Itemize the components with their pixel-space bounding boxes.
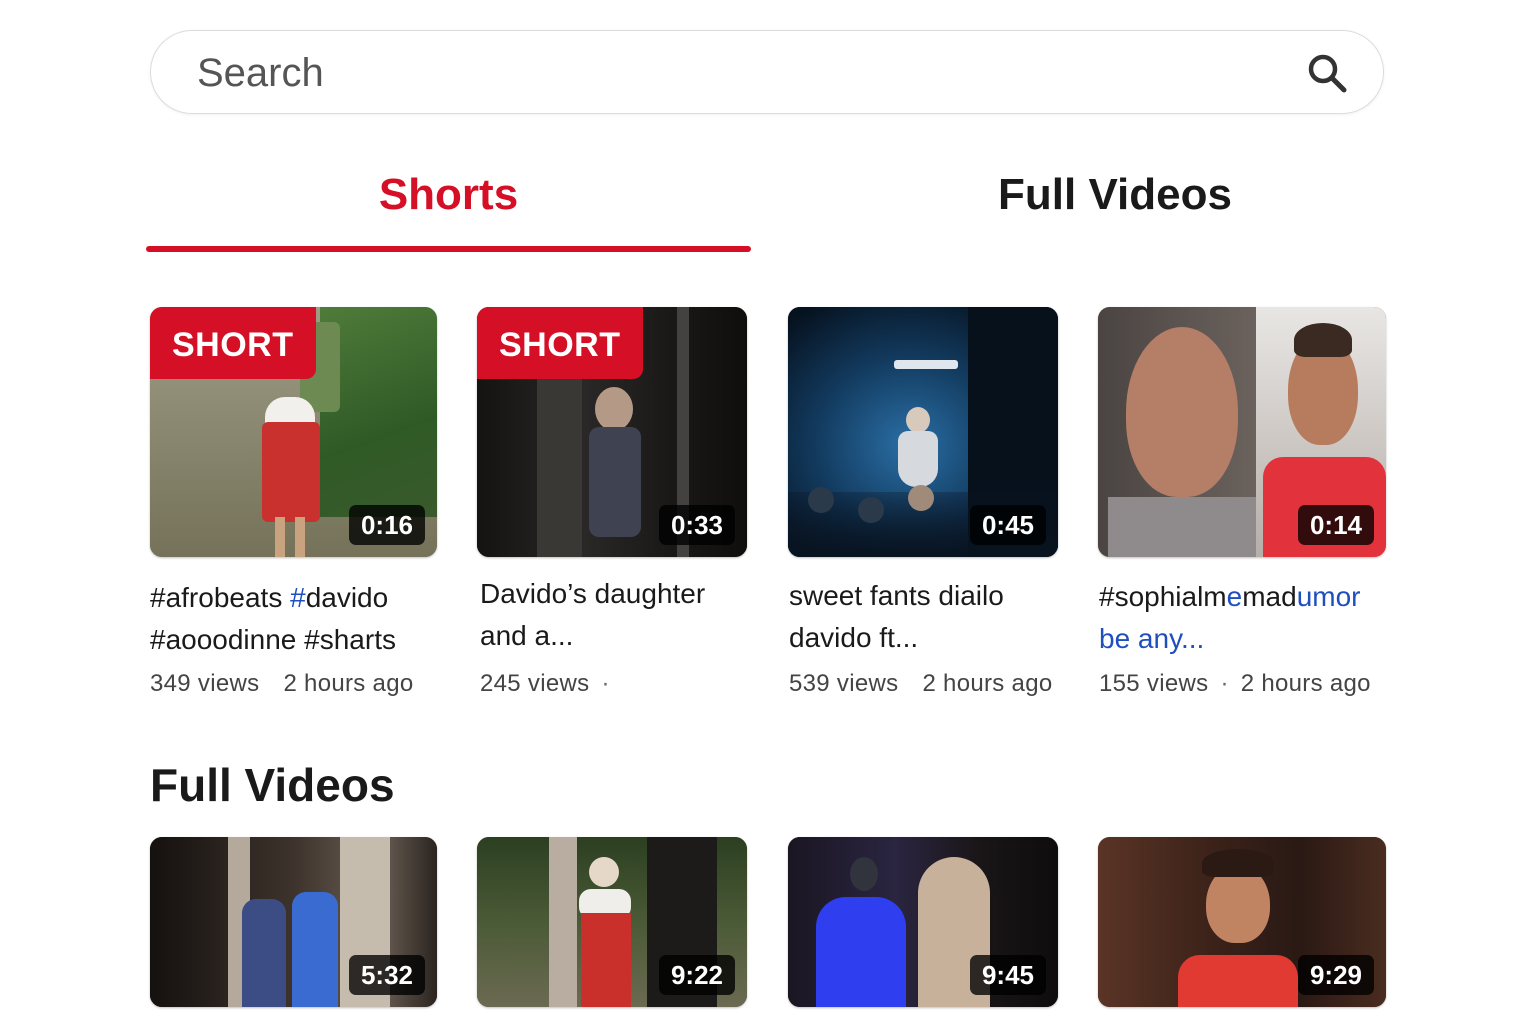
view-count: 155 views [1099, 670, 1209, 697]
short-thumbnail-3[interactable]: 0:45 [788, 307, 1058, 557]
hashtag-symbol[interactable]: # [290, 582, 306, 613]
video-meta-3: 539 views 2 hours ago [789, 670, 1053, 698]
short-thumbnail-1[interactable]: SHORT 0:16 [150, 307, 437, 557]
view-count: 349 views [150, 670, 260, 697]
search-bar[interactable] [150, 30, 1384, 114]
video-title-4[interactable]: #sophialmemadumor be any... [1099, 576, 1399, 660]
duration-label: 0:16 [348, 505, 425, 545]
tab-shorts[interactable]: Shorts [146, 170, 751, 220]
video-title-2[interactable]: Davido’s daughter and a... [480, 573, 740, 657]
title-fragment: e [1226, 581, 1243, 612]
video-title-3[interactable]: sweet fants diailo davido ft... [789, 575, 1054, 659]
view-count: 245 views [480, 670, 590, 697]
duration-label: 9:22 [658, 955, 735, 995]
title-fragment: be any... [1099, 623, 1205, 654]
short-thumbnail-4[interactable]: 0:14 [1098, 307, 1386, 557]
view-count: 539 views [789, 670, 899, 697]
hashtag[interactable]: #aooodinne #sharts [150, 624, 396, 655]
section-heading-full-videos: Full Videos [150, 759, 395, 811]
hashtag[interactable]: #sophialm [1099, 581, 1227, 612]
short-badge: SHORT [477, 307, 643, 379]
upload-time: 2 hours ago [283, 670, 414, 697]
video-title-1[interactable]: #afrobeats #davido #aooodinne #sharts [150, 577, 450, 661]
duration-label: 9:29 [1297, 955, 1374, 995]
video-meta-1: 349 views 2 hours ago [150, 670, 414, 698]
upload-time: 2 hours ago [922, 670, 1053, 697]
title-fragment: umor [1296, 581, 1361, 612]
search-icon[interactable] [1305, 51, 1349, 95]
full-video-thumbnail-3[interactable]: 9:45 [788, 837, 1058, 1007]
full-video-thumbnail-2[interactable]: 9:22 [477, 837, 747, 1007]
upload-time: 2 hours ago [1240, 670, 1371, 697]
duration-label: 9:45 [969, 955, 1046, 995]
active-tab-indicator [146, 246, 751, 252]
video-meta-2: 245 views · [480, 670, 622, 698]
short-badge: SHORT [150, 307, 316, 379]
title-fragment: mad [1242, 581, 1297, 612]
separator-dot: · [601, 670, 610, 697]
short-thumbnail-2[interactable]: SHORT 0:33 [477, 307, 747, 557]
duration-label: 5:32 [348, 955, 425, 995]
hashtag[interactable]: #afrobeats [150, 582, 290, 613]
full-video-thumbnail-1[interactable]: 5:32 [150, 837, 437, 1007]
separator-dot: · [1220, 670, 1229, 697]
tab-full-videos[interactable]: Full Videos [900, 170, 1330, 220]
duration-label: 0:33 [658, 505, 735, 545]
video-meta-4: 155 views · 2 hours ago [1099, 670, 1371, 698]
hashtag[interactable]: davido [306, 582, 389, 613]
full-video-thumbnail-4[interactable]: 9:29 [1098, 837, 1386, 1007]
duration-label: 0:45 [969, 505, 1046, 545]
search-input[interactable] [195, 47, 1259, 99]
duration-label: 0:14 [1297, 505, 1374, 545]
